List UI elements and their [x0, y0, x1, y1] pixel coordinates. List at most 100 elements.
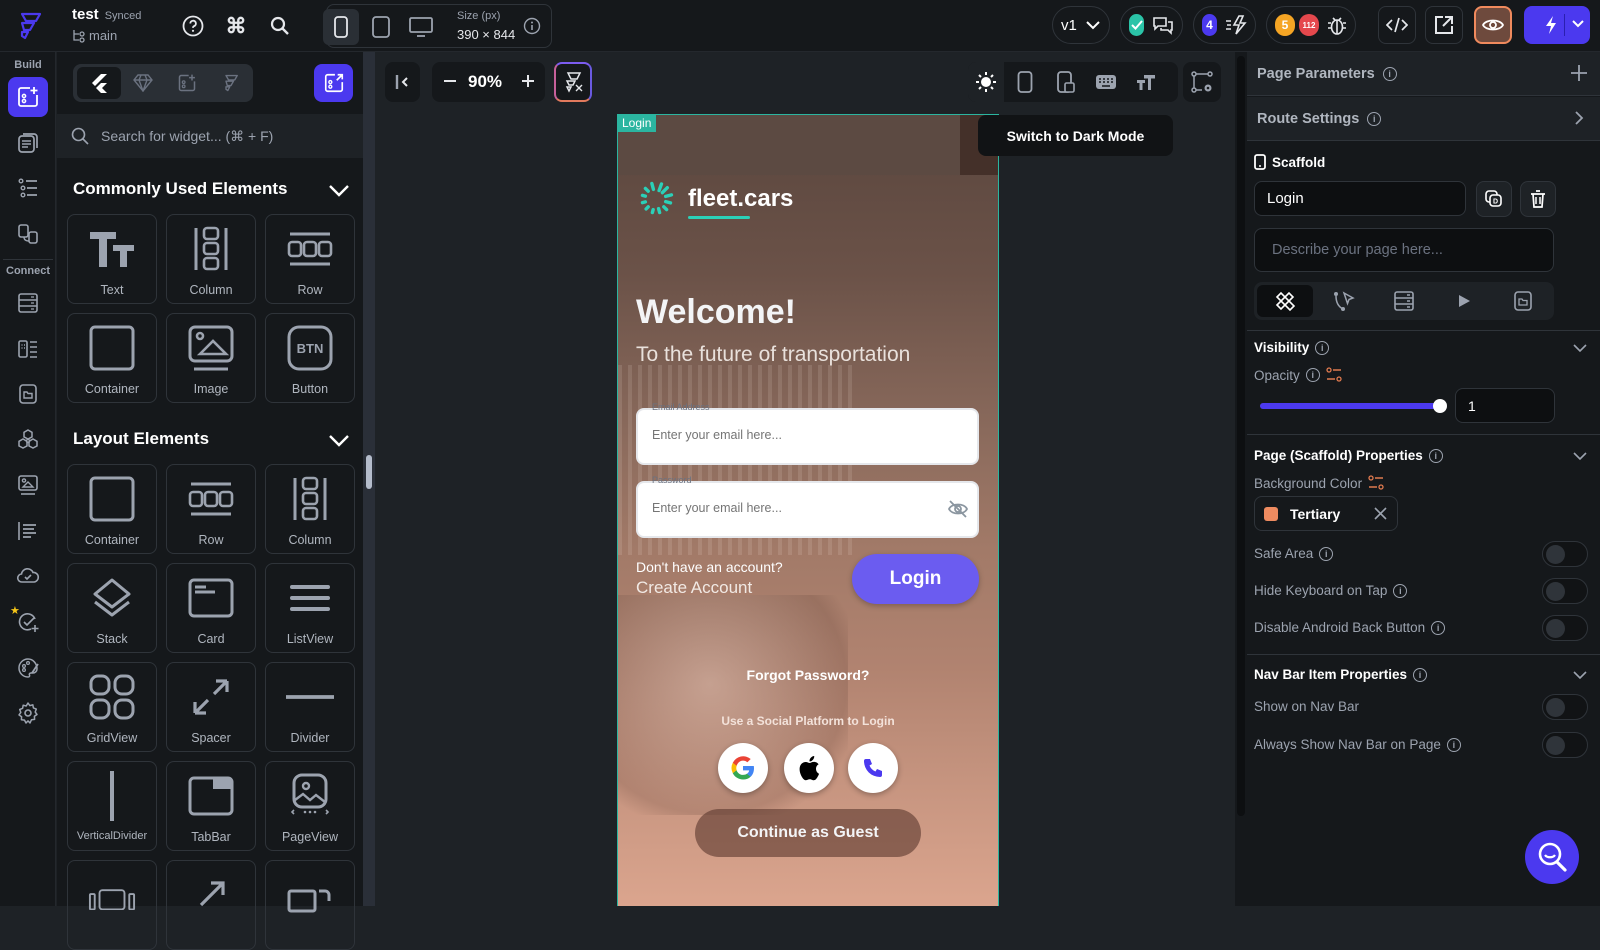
- google-login-button[interactable]: [718, 743, 768, 793]
- comments-icon[interactable]: [1152, 15, 1174, 35]
- info-icon[interactable]: i: [1413, 667, 1428, 682]
- widget-tree-button[interactable]: [8, 168, 48, 208]
- cloud-functions-button[interactable]: [8, 556, 48, 596]
- route-settings-header[interactable]: Route Settings i: [1247, 97, 1600, 141]
- continue-as-guest-button[interactable]: Continue as Guest: [695, 809, 921, 857]
- chevron-down-icon[interactable]: [1572, 340, 1588, 356]
- zoom-in-button[interactable]: [518, 71, 538, 91]
- preview-button[interactable]: [1474, 6, 1512, 44]
- widget-tile-tabbar[interactable]: TabBar: [166, 761, 256, 851]
- always-nav-toggle[interactable]: [1542, 732, 1588, 758]
- tab-flutter-widgets[interactable]: [77, 67, 121, 99]
- page-parameters-header[interactable]: Page Parameters i: [1247, 52, 1600, 96]
- flow-settings-button[interactable]: [1183, 62, 1221, 102]
- widget-tile-wrap[interactable]: [265, 860, 355, 950]
- password-field[interactable]: Password: [636, 475, 979, 538]
- pages-button[interactable]: [8, 123, 48, 163]
- widget-tile-divider[interactable]: Divider: [265, 662, 355, 752]
- widget-palette-button[interactable]: [8, 77, 48, 117]
- opacity-value-input[interactable]: 1: [1455, 388, 1555, 423]
- visibility-off-icon[interactable]: [947, 499, 969, 519]
- ai-gen-button[interactable]: [554, 62, 592, 102]
- firestore-button[interactable]: [8, 283, 48, 323]
- phone-login-button[interactable]: [848, 743, 898, 793]
- text-scale-icon[interactable]: [1136, 73, 1156, 91]
- media-assets-button[interactable]: [8, 374, 48, 414]
- duplicate-page-button[interactable]: D: [1476, 181, 1512, 217]
- widget-tile-container[interactable]: Container: [67, 313, 157, 403]
- disable-back-toggle[interactable]: [1542, 615, 1588, 641]
- media-button[interactable]: [8, 465, 48, 505]
- info-icon[interactable]: i: [1367, 111, 1382, 126]
- info-icon[interactable]: [523, 17, 541, 35]
- widget-tile-verticaldivider[interactable]: VerticalDivider: [67, 761, 157, 851]
- show-nav-toggle[interactable]: [1542, 694, 1588, 720]
- clear-color-icon[interactable]: [1374, 507, 1387, 520]
- widget-tile-card[interactable]: Card: [166, 563, 256, 653]
- widget-tile-gridview[interactable]: GridView: [67, 662, 157, 752]
- widget-tile-listview[interactable]: ListView: [265, 563, 355, 653]
- info-icon[interactable]: i: [1393, 583, 1408, 598]
- splitter-handle[interactable]: [366, 455, 372, 489]
- email-input[interactable]: [652, 428, 932, 442]
- tab-properties[interactable]: [1257, 285, 1313, 317]
- command-icon[interactable]: ⌘: [224, 14, 248, 38]
- widget-search[interactable]: Search for widget... (⌘ + F): [57, 114, 363, 158]
- custom-code-button[interactable]: [8, 511, 48, 551]
- tablet-device-button[interactable]: [363, 9, 399, 45]
- widget-tile-text[interactable]: Text: [67, 214, 157, 304]
- info-icon[interactable]: i: [1305, 368, 1320, 382]
- collaboration-pill[interactable]: [1120, 6, 1183, 44]
- app-state-button[interactable]: [8, 329, 48, 369]
- issues-pill[interactable]: 5 112: [1266, 6, 1356, 44]
- widget-tile-image[interactable]: Image: [166, 313, 256, 403]
- widget-tile-column[interactable]: Column: [265, 464, 355, 554]
- widget-tile-stack[interactable]: Stack: [67, 563, 157, 653]
- widget-tile-button[interactable]: BTN Button: [265, 313, 355, 403]
- chevron-down-icon[interactable]: [327, 178, 351, 202]
- widget-tile-container[interactable]: Container: [67, 464, 157, 554]
- background-color-picker[interactable]: Tertiary: [1254, 496, 1398, 531]
- widget-tile-row[interactable]: Row: [265, 214, 355, 304]
- visibility-section-title[interactable]: Visibility i: [1254, 340, 1330, 355]
- phone-frame-icon[interactable]: [1017, 71, 1033, 93]
- info-icon[interactable]: i: [1382, 66, 1397, 81]
- properties-splitter[interactable]: [1235, 52, 1247, 906]
- theme-button[interactable]: [8, 648, 48, 688]
- flutterflow-logo-icon[interactable]: [14, 10, 46, 42]
- open-external-button[interactable]: [1425, 6, 1463, 44]
- tab-custom-widgets[interactable]: [165, 67, 209, 99]
- info-icon[interactable]: i: [1315, 340, 1330, 355]
- settings-button[interactable]: [8, 693, 48, 733]
- tab-animations[interactable]: [1436, 285, 1492, 317]
- chevron-down-icon[interactable]: [1572, 667, 1588, 683]
- branch-selector[interactable]: main: [72, 28, 141, 43]
- tab-library-components[interactable]: [121, 67, 165, 99]
- integrations-button[interactable]: [8, 420, 48, 460]
- storyboard-button[interactable]: [8, 214, 48, 254]
- chevron-down-icon[interactable]: [1572, 448, 1588, 464]
- properties-scrollbar[interactable]: [1237, 56, 1245, 816]
- login-button[interactable]: Login: [852, 554, 979, 604]
- code-view-button[interactable]: [1378, 6, 1416, 44]
- info-icon[interactable]: i: [1446, 737, 1461, 752]
- tab-backend-query[interactable]: [1376, 285, 1432, 317]
- create-account-link[interactable]: Create Account: [636, 578, 752, 598]
- add-icon[interactable]: [1570, 64, 1588, 82]
- chevron-down-icon[interactable]: [1572, 20, 1584, 28]
- tab-actions[interactable]: [1316, 285, 1372, 317]
- zoom-out-button[interactable]: [440, 71, 460, 91]
- safe-area-toggle[interactable]: [1542, 541, 1588, 567]
- open-widget-button[interactable]: [314, 64, 353, 102]
- search-icon[interactable]: [268, 14, 292, 38]
- collapse-panel-button[interactable]: [385, 62, 420, 102]
- widget-tile-column[interactable]: Column: [166, 214, 256, 304]
- tab-page-state[interactable]: [1495, 285, 1551, 317]
- phone-device-button[interactable]: [323, 9, 359, 45]
- forgot-password-link[interactable]: Forgot Password?: [618, 667, 998, 683]
- info-icon[interactable]: i: [1428, 448, 1443, 463]
- info-icon[interactable]: i: [1431, 620, 1446, 635]
- tests-button[interactable]: ★: [8, 602, 48, 642]
- panel-splitter[interactable]: [363, 52, 375, 906]
- light-mode-icon[interactable]: [968, 62, 1004, 102]
